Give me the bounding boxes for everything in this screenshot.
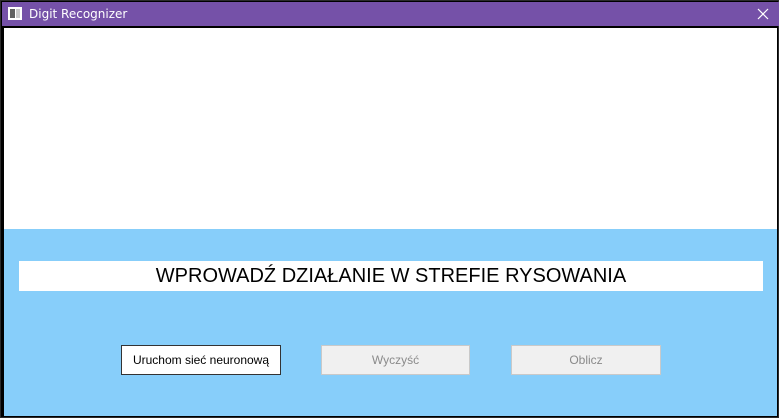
status-message: WPROWADŹ DZIAŁANIE W STREFIE RYSOWANIA <box>155 264 627 287</box>
clear-button[interactable]: Wyczyść <box>321 345 470 375</box>
message-box: WPROWADŹ DZIAŁANIE W STREFIE RYSOWANIA <box>19 261 763 291</box>
close-button[interactable] <box>747 2 779 26</box>
start-network-button[interactable]: Uruchom sieć neuronową <box>121 345 281 375</box>
control-panel: WPROWADŹ DZIAŁANIE W STREFIE RYSOWANIA U… <box>4 229 777 416</box>
title-bar[interactable]: Digit Recognizer <box>2 2 779 26</box>
app-window: Digit Recognizer WPROWADŹ DZIAŁANIE W ST… <box>0 0 779 418</box>
calculate-button[interactable]: Oblicz <box>511 345 661 375</box>
close-icon <box>757 8 769 20</box>
drawing-canvas[interactable] <box>4 28 777 229</box>
app-icon <box>8 7 22 20</box>
window-title: Digit Recognizer <box>29 7 128 21</box>
